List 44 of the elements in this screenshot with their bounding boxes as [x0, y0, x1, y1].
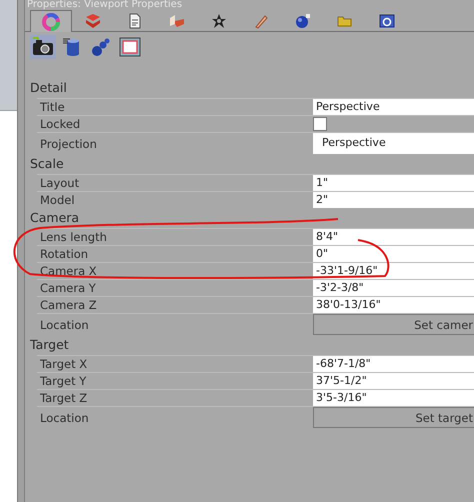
- camera-icon: [32, 37, 54, 57]
- value-field[interactable]: -3'2-3/8": [313, 280, 474, 296]
- value-field[interactable]: 1": [313, 175, 474, 191]
- property-label: Target Y: [39, 373, 88, 389]
- property-label: Title: [39, 99, 66, 115]
- spheres-icon: [91, 37, 111, 57]
- section-heading: Detail: [30, 79, 68, 97]
- value-field[interactable]: 0": [313, 246, 474, 262]
- layers-icon: [84, 12, 102, 30]
- value-field[interactable]: 8'4": [313, 229, 474, 245]
- property-label: Camera Z: [39, 297, 98, 313]
- property-label: Rotation: [39, 246, 90, 262]
- value-field[interactable]: 38'0-13/16": [313, 297, 474, 313]
- property-label: Location: [39, 410, 90, 426]
- color-wheel-icon: [42, 12, 60, 30]
- property-label: Camera X: [39, 263, 98, 279]
- value-field[interactable]: 37'5-1/2": [313, 373, 474, 389]
- section-heading: Scale: [30, 155, 65, 173]
- section-heading: Camera: [30, 209, 80, 227]
- ball-icon: [294, 12, 312, 30]
- property-label: Layout: [39, 175, 80, 191]
- page-button[interactable]: [30, 35, 56, 59]
- property-label: Location: [39, 316, 90, 332]
- value-field[interactable]: 3'5-3/16": [313, 390, 474, 406]
- property-label: Target X: [39, 356, 88, 372]
- value-field[interactable]: -68'7-1/8": [313, 356, 474, 372]
- help-window-icon: [378, 12, 396, 30]
- frame-icon: [119, 37, 141, 57]
- property-label: Target Z: [39, 390, 88, 406]
- set-location-button[interactable]: Set camer: [313, 314, 474, 335]
- property-label: Projection: [39, 136, 98, 152]
- page-button[interactable]: [117, 35, 143, 59]
- set-location-button[interactable]: Set target: [313, 407, 474, 428]
- locked-checkbox[interactable]: [313, 117, 327, 131]
- value-field[interactable]: 2": [313, 192, 474, 208]
- property-label: Model: [39, 192, 76, 208]
- value-field[interactable]: Perspective: [313, 99, 474, 115]
- property-label: Lens length: [39, 229, 108, 245]
- property-label: Camera Y: [39, 280, 97, 296]
- section-heading: Target: [30, 336, 70, 354]
- cylinder-icon: [62, 37, 82, 57]
- projection-dropdown[interactable]: Perspective: [313, 133, 474, 154]
- value-field[interactable]: -33'1-9/16": [313, 263, 474, 279]
- property-label: Locked: [39, 116, 82, 132]
